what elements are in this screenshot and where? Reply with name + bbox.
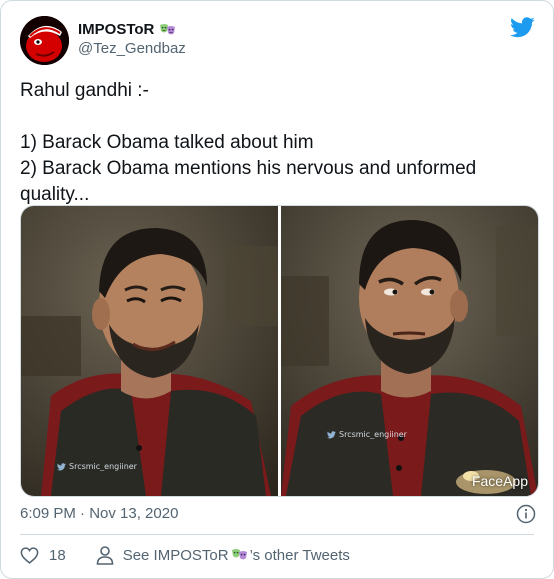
tweet-media[interactable]: Srcsmic_engiiner Srcsmic_engiiner FaceAp…	[20, 205, 539, 497]
see-other-tweets-text[interactable]: See IMPOSToR ’s other Tweets	[123, 547, 350, 564]
twitter-bird-icon[interactable]	[510, 17, 535, 38]
watermark-text: Srcsmic_engiiner	[69, 462, 137, 471]
see-other-tweets-link[interactable]: See IMPOSToR ’s other Tweets	[96, 545, 350, 565]
twitter-bird-small-icon	[327, 430, 336, 438]
tweet-timestamp[interactable]: 6:09 PM · Nov 13, 2020	[20, 504, 178, 524]
info-icon[interactable]	[516, 504, 536, 524]
author-handle[interactable]: @Tez_Gendbaz	[78, 39, 186, 58]
media-image-left[interactable]: Srcsmic_engiiner	[21, 206, 278, 496]
watermark-text: Srcsmic_engiiner	[339, 430, 407, 439]
tweet-card: IMPOSToR @Tez_Gendbaz Rahul gandhi :- 1)…	[0, 0, 554, 579]
like-button[interactable]: 18	[20, 547, 66, 564]
see-more-suffix: ’s other Tweets	[249, 546, 350, 564]
media-watermark-right: Srcsmic_engiiner	[327, 430, 407, 439]
media-watermark-left: Srcsmic_engiiner	[57, 462, 137, 471]
author-info[interactable]: IMPOSToR @Tez_Gendbaz	[78, 20, 186, 58]
author-display-name[interactable]: IMPOSToR	[78, 20, 154, 39]
serious-man-image	[281, 206, 538, 496]
author-display-name-row[interactable]: IMPOSToR	[78, 20, 176, 39]
theater-masks-icon	[160, 23, 176, 34]
tweet-text: Rahul gandhi :- 1) Barack Obama talked a…	[20, 80, 477, 205]
faceapp-label: FaceApp	[471, 473, 528, 489]
author-avatar[interactable]	[20, 16, 69, 65]
theater-masks-icon	[231, 549, 247, 560]
avatar-image	[20, 16, 69, 65]
footer-divider	[20, 534, 534, 535]
see-more-prefix: See IMPOSToR	[122, 546, 229, 564]
smiling-man-image	[21, 206, 278, 496]
media-image-right[interactable]: Srcsmic_engiiner FaceApp	[281, 206, 538, 496]
twitter-bird-small-icon	[57, 462, 66, 470]
person-icon	[96, 545, 113, 565]
tweet-actions: 18 See IMPOSToR ’s other Tweets	[20, 543, 350, 567]
like-count: 18	[49, 546, 66, 564]
heart-icon	[20, 546, 39, 564]
